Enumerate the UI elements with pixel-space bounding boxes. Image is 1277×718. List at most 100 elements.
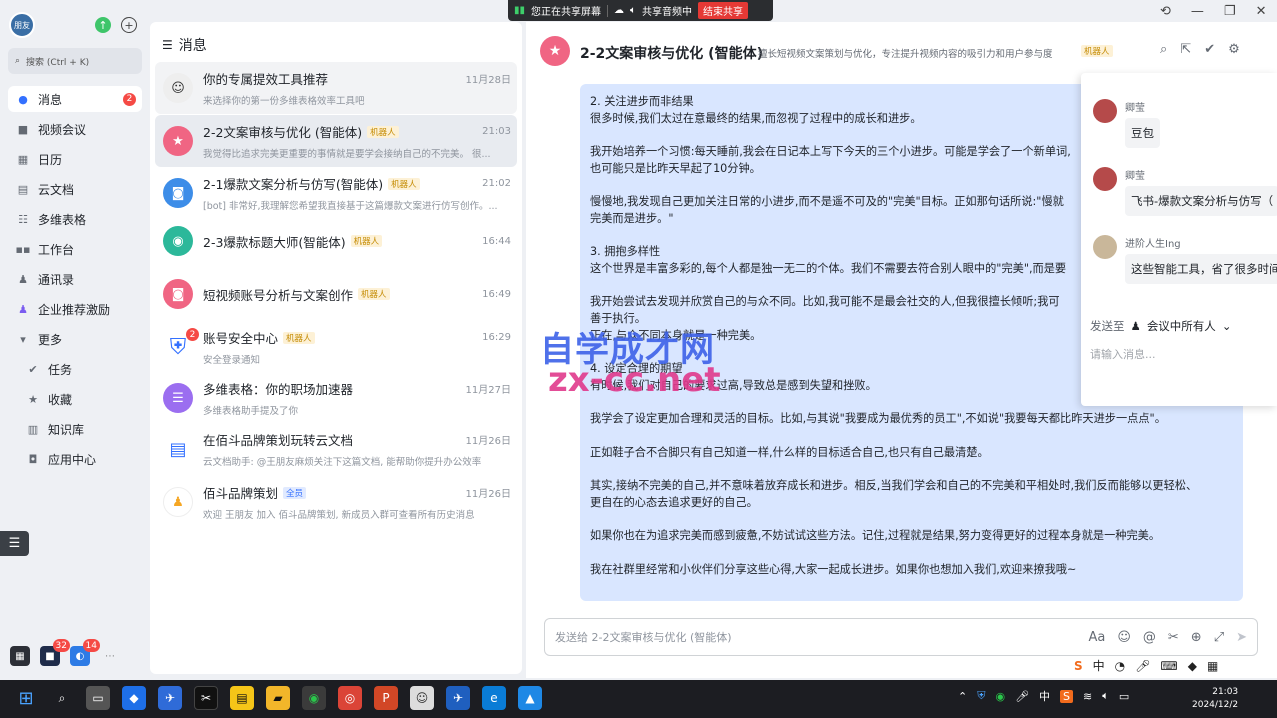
panel-message: 卿莹 飞书-爆款文案分析与仿写（ <box>1093 167 1277 216</box>
cloud-icon[interactable]: ☁ <box>614 5 624 16</box>
plus-icon[interactable]: ⊕ <box>1191 630 1202 645</box>
avatar[interactable]: 朋友 <box>9 12 35 38</box>
mention-icon[interactable]: @ <box>1143 630 1156 645</box>
sogou-icon[interactable]: S <box>1060 689 1074 703</box>
nav-item-video-meeting[interactable]: ■ 视频会议 <box>8 116 142 142</box>
task-view-icon[interactable]: ▭ <box>86 686 110 710</box>
collapse-icon[interactable]: ☰ <box>162 38 173 52</box>
search-icon: ⌕ <box>15 56 21 66</box>
nav-item-favorites[interactable]: ★ 收藏 <box>8 386 142 412</box>
chat-item[interactable]: ◙ 短视频账号分析与文案创作 机器人 16:49 <box>155 268 517 320</box>
nav-item-contacts[interactable]: ♟ 通讯录 <box>8 266 142 292</box>
message-input[interactable]: 发送给 2-2文案审核与优化 (智能体) Aa ☺ @ ✂ ⊕ ⤢ ➤ <box>544 618 1258 656</box>
share-icon[interactable]: ⇱ <box>1180 42 1191 57</box>
history-icon[interactable]: ⟲ <box>1160 4 1171 19</box>
settings-icon[interactable]: ⚙ <box>1228 42 1240 57</box>
add-icon[interactable]: + <box>121 17 137 33</box>
minimize-icon[interactable]: — <box>1191 4 1204 19</box>
chat-item[interactable]: ⛨ 2 账号安全中心 机器人 16:29 安全登录通知 <box>155 321 517 373</box>
shield-icon[interactable]: ⛨ <box>977 689 985 703</box>
chat-item[interactable]: ★ 2-2文案审核与优化 (智能体) 机器人 21:03 我觉得比追求完美更重要的事情… <box>155 115 517 167</box>
nav-item-tasks[interactable]: ✔ 任务 <box>8 356 142 382</box>
mic-icon[interactable]: 🎤︎ <box>1015 690 1029 703</box>
bot-star-icon[interactable]: ★ <box>540 36 570 66</box>
format-icon[interactable]: Aa <box>1088 630 1105 645</box>
unread-badge: 2 <box>186 328 199 341</box>
more-apps-icon[interactable]: ⋯ <box>100 646 120 666</box>
app-icon[interactable]: ◐ 14 <box>70 639 100 666</box>
emoji-icon[interactable]: ☺ <box>1117 630 1131 645</box>
chrome-icon[interactable]: ◎ <box>338 686 362 710</box>
qr-app-icon[interactable]: ▦ <box>10 646 30 666</box>
nav-label: 日历 <box>38 152 63 167</box>
restore-icon[interactable]: ❐ <box>1224 4 1236 19</box>
clock[interactable]: 21:03 2024/12/2 <box>1192 686 1238 712</box>
nav-item-base[interactable]: ☷ 多维表格 <box>8 206 142 232</box>
audio-status[interactable]: 共享音频中 <box>642 3 692 18</box>
chat-item[interactable]: ☺ 你的专属提效工具推荐 11月28日 来选择你的第一份多维表格效率工具吧 <box>155 62 517 114</box>
grid-icon[interactable]: ▦ <box>1207 659 1218 673</box>
chat-item[interactable]: ◙ 2-1爆款文案分析与仿写(智能体) 机器人 21:02 [bot] 非常好,我理解… <box>155 167 517 219</box>
capcut-icon[interactable]: ✂ <box>194 686 218 710</box>
chat-item[interactable]: ♟ 佰斗品牌策划 全员 11月26日 欢迎 王朋友 加入 佰斗品牌策划, 新成员入群可… <box>155 476 517 528</box>
volume-icon[interactable]: 🔈︎ <box>1102 689 1109 703</box>
nav-item-messages[interactable]: ● 消息 2 <box>8 86 142 112</box>
app-icon[interactable]: ■ 32 <box>40 639 70 666</box>
mic-icon[interactable]: 🎤︎ <box>1135 659 1150 673</box>
chat-name: 2-2文案审核与优化 (智能体) <box>203 125 363 140</box>
windows-start-icon[interactable]: ⊞ <box>14 686 38 710</box>
nav-item-referral[interactable]: ♟ 企业推荐激励 <box>8 296 142 322</box>
chat-item[interactable]: ▤ 在佰斗品牌策划玩转云文档 11月26日 云文档助手: @王朋友麻烦关注下这篇文档… <box>155 423 517 475</box>
nav-item-app-center[interactable]: ◘ 应用中心 <box>8 446 142 472</box>
search-icon[interactable]: ⌕ <box>1160 42 1167 57</box>
feishu-active-icon[interactable]: ✈ <box>446 686 470 710</box>
chat-preview: 安全登录通知 <box>203 355 261 366</box>
sender-name: 卿莹 <box>1125 103 1145 114</box>
panel-input[interactable]: 请输入消息... <box>1090 346 1156 362</box>
chat-toolbar: ⌕ ⇱ ✔ ⚙ <box>1160 42 1240 57</box>
upload-icon[interactable]: ↑ <box>95 17 111 33</box>
photos-icon[interactable]: ▲ <box>518 686 542 710</box>
nav-item-docs[interactable]: ▤ 云文档 <box>8 176 142 202</box>
avatar-app-icon[interactable]: ☺ <box>410 686 434 710</box>
message-line: 如果你也在为追求完美而感到疲惫,不妨试试这些方法。记住,过程就是结果,努力变得更… <box>590 529 1161 543</box>
chevron-up-icon[interactable]: ⌃ <box>958 690 967 703</box>
ime-indicator[interactable]: 中 <box>1039 688 1050 704</box>
wifi-icon[interactable]: ≋ <box>1083 690 1092 703</box>
edge-icon[interactable]: e <box>482 686 506 710</box>
nav-label: 工作台 <box>38 242 75 257</box>
avatar: ☺ <box>163 73 193 103</box>
search-icon[interactable]: ⌕ <box>50 686 74 710</box>
keyboard-icon[interactable]: ⌨ <box>1160 659 1177 673</box>
app-icon[interactable]: ◆ <box>122 686 146 710</box>
share-status: 您正在共享屏幕 <box>531 7 602 18</box>
end-share-button[interactable]: 结束共享 <box>698 2 749 19</box>
expand-icon[interactable]: ⤢ <box>1214 630 1224 645</box>
powerpoint-icon[interactable]: P <box>374 686 398 710</box>
battery-icon[interactable]: ▭ <box>1119 690 1129 703</box>
nav-item-workplace[interactable]: ▪▪ 工作台 <box>8 236 142 262</box>
notes-icon[interactable]: ▤ <box>230 686 254 710</box>
nav-item-wiki[interactable]: ▥ 知识库 <box>8 416 142 442</box>
chat-item[interactable]: ◉ 2-3爆款标题大师(智能体) 机器人 16:44 <box>155 215 517 267</box>
nav-item-more[interactable]: ▾ 更多 <box>8 326 142 352</box>
punctuation-icon[interactable]: ◔ <box>1115 659 1125 673</box>
wechat-icon[interactable]: ◉ <box>302 686 326 710</box>
sogou-icon[interactable]: S <box>1074 659 1083 673</box>
close-icon[interactable]: ✕ <box>1256 4 1267 19</box>
nav-item-calendar[interactable]: ▦ 日历 <box>8 146 142 172</box>
chevron-down-icon: ⌄ <box>1221 319 1232 333</box>
folder-icon[interactable]: ▰ <box>266 686 290 710</box>
check-icon[interactable]: ✔ <box>1204 42 1215 57</box>
scissors-icon[interactable]: ✂ <box>1168 630 1179 645</box>
search-box[interactable]: ⌕ 搜索 (Ctrl + K) <box>8 48 142 74</box>
watermark-url: zx-cc.net <box>548 360 721 400</box>
feishu-icon[interactable]: ✈ <box>158 686 182 710</box>
list-toggle-icon[interactable]: ☰ <box>0 531 29 556</box>
wechat-tray-icon[interactable]: ◉ <box>995 690 1005 703</box>
chat-item[interactable]: ☰ 多维表格：你的职场加速器 11月27日 多维表格助手提及了你 <box>155 372 517 424</box>
skin-icon[interactable]: ◆ <box>1188 659 1197 673</box>
send-icon[interactable]: ➤ <box>1236 630 1247 645</box>
ime-mode[interactable]: 中 <box>1093 657 1105 674</box>
send-to-selector[interactable]: 发送至 ♟ 会议中所有人 ⌄ <box>1090 318 1231 334</box>
